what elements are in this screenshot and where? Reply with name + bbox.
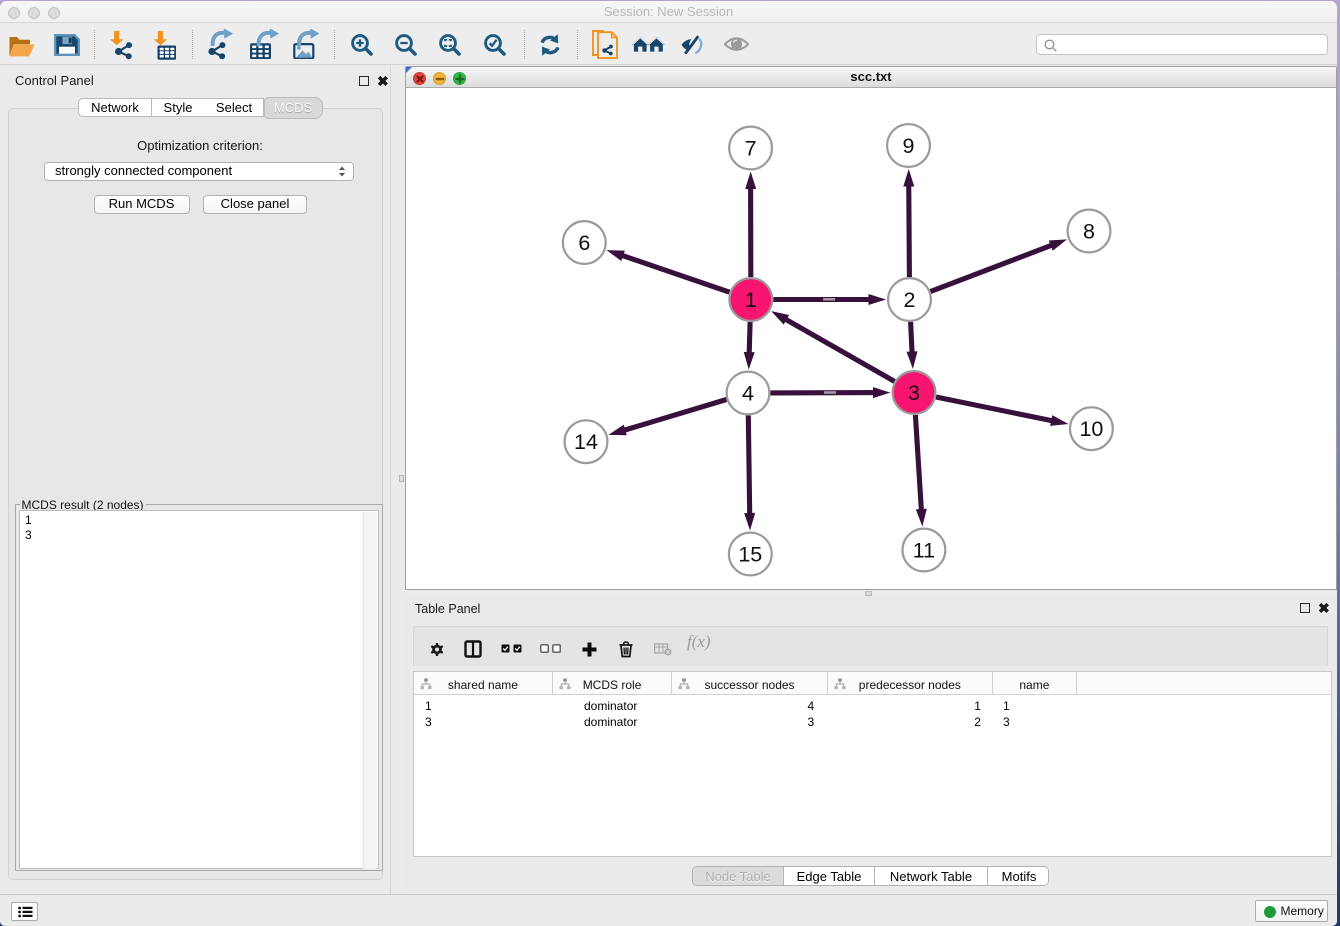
svg-text:1: 1 (745, 287, 757, 311)
svg-text:15: 15 (738, 542, 762, 566)
svg-text:14: 14 (574, 430, 598, 454)
svg-text:8: 8 (1083, 219, 1095, 243)
svg-text:9: 9 (903, 133, 915, 157)
svg-text:10: 10 (1079, 417, 1103, 441)
svg-text:11: 11 (913, 538, 935, 562)
svg-text:3: 3 (908, 380, 920, 404)
svg-text:2: 2 (904, 287, 916, 311)
svg-text:7: 7 (745, 136, 757, 160)
svg-text:6: 6 (578, 230, 590, 254)
svg-text:4: 4 (742, 381, 754, 405)
